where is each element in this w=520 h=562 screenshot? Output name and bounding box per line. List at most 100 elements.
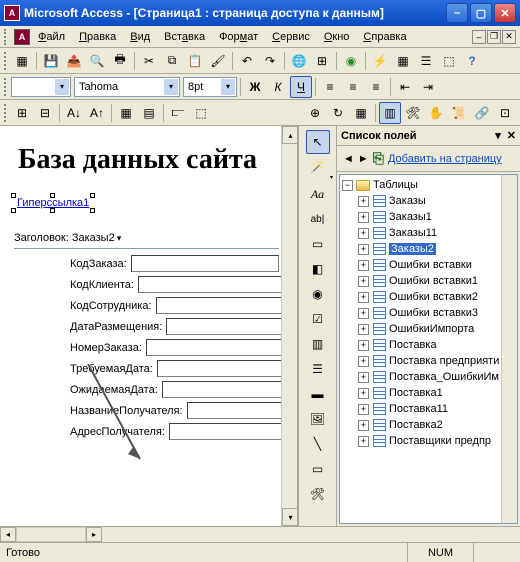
sort-asc-button[interactable]: A↓ — [63, 102, 85, 124]
copy-button[interactable]: ⧉ — [161, 50, 183, 72]
sort-desc-button[interactable]: A↑ — [86, 102, 108, 124]
tree-table-node[interactable]: +Заказы — [358, 193, 515, 209]
redo-button[interactable]: ↷ — [259, 50, 281, 72]
menu-tools[interactable]: Сервис — [266, 29, 316, 45]
zoom-button[interactable]: ⊕ — [304, 102, 326, 124]
bold-button[interactable]: Ж — [244, 76, 266, 98]
code-button[interactable]: ▦ — [392, 50, 414, 72]
refresh-button[interactable]: ↻ — [327, 102, 349, 124]
fontsize-combo[interactable]: 8pt▾ — [183, 77, 237, 97]
expand-icon[interactable]: + — [358, 404, 369, 415]
paste-button[interactable]: 📋 — [184, 50, 206, 72]
optiongroup-tool[interactable]: ▭ — [306, 232, 330, 256]
tree-root-node[interactable]: − Таблицы — [342, 177, 515, 193]
panel-menu-icon[interactable]: ▾ — [495, 129, 501, 142]
nav-fwd-icon[interactable]: ► — [358, 153, 369, 165]
mdi-close[interactable]: ✕ — [502, 30, 516, 44]
italic-button[interactable]: К — [267, 76, 289, 98]
indent-increase-button[interactable]: ⇥ — [417, 76, 439, 98]
collapse-icon[interactable]: − — [342, 180, 353, 191]
design-canvas[interactable]: База данных сайта Гиперссылка1 Заголовок… — [0, 126, 298, 526]
autoformat-button[interactable]: ▤ — [138, 102, 160, 124]
fieldlist-button[interactable]: ▥ — [379, 102, 401, 124]
microsoft-button[interactable]: ⊞ — [311, 50, 333, 72]
expand-icon[interactable]: + — [358, 196, 369, 207]
tree-table-node[interactable]: +Поставщики предпр — [358, 433, 515, 449]
tree-table-node[interactable]: +Поставка — [358, 337, 515, 353]
listbox-tool[interactable]: ☰ — [306, 357, 330, 381]
expand-icon[interactable]: + — [358, 420, 369, 431]
format-painter-button[interactable]: 🖌 — [207, 50, 229, 72]
mdi-minimize[interactable]: – — [472, 30, 486, 44]
expand-icon[interactable]: + — [358, 228, 369, 239]
menu-edit[interactable]: Правка — [73, 29, 122, 45]
hyperlink-control[interactable]: Гиперссылка1 — [14, 196, 297, 210]
tables-tree[interactable]: − Таблицы +Заказы+Заказы1+Заказы11+Заказ… — [339, 174, 518, 524]
expand-icon[interactable]: + — [358, 324, 369, 335]
object-combo[interactable]: ▾ — [11, 77, 71, 97]
toggle-tool[interactable]: ◧ — [306, 257, 330, 281]
field-input[interactable] — [138, 276, 286, 293]
expand-icon[interactable]: + — [358, 260, 369, 271]
align-left-button[interactable]: ≡ — [319, 76, 341, 98]
line-tool[interactable]: ╲ — [306, 432, 330, 456]
tree-table-node[interactable]: +Ошибки вставки3 — [358, 305, 515, 321]
mdi-restore[interactable]: ❐ — [487, 30, 501, 44]
build-button[interactable]: ⬚ — [438, 50, 460, 72]
wizard-tool[interactable]: 🪄 — [306, 155, 330, 179]
expand-icon[interactable]: + — [358, 276, 369, 287]
tree-table-node[interactable]: +Поставка11 — [358, 401, 515, 417]
export-button[interactable]: 📤 — [63, 50, 85, 72]
properties-button[interactable]: ☰ — [415, 50, 437, 72]
align-right-button[interactable]: ≡ — [365, 76, 387, 98]
data-button[interactable]: ⊡ — [494, 102, 516, 124]
tree-table-node[interactable]: +Ошибки вставки — [358, 257, 515, 273]
section-header[interactable]: Заголовок: Заказы2▾ — [14, 232, 297, 244]
expand-icon[interactable]: + — [358, 292, 369, 303]
command-tool[interactable]: ▬ — [306, 382, 330, 406]
tree-table-node[interactable]: +Поставка2 — [358, 417, 515, 433]
font-combo[interactable]: Tahoma▾ — [74, 77, 180, 97]
field-input[interactable] — [162, 381, 298, 398]
expand-icon[interactable]: + — [358, 436, 369, 447]
menu-window[interactable]: Окно — [318, 29, 356, 45]
vertical-scrollbar[interactable] — [281, 126, 297, 526]
undo-button[interactable]: ↶ — [236, 50, 258, 72]
field-input[interactable] — [157, 360, 298, 377]
help-button[interactable]: ? — [461, 50, 483, 72]
image-tool[interactable]: 🖼 — [306, 407, 330, 431]
search-button[interactable]: 🔍 — [86, 50, 108, 72]
close-button[interactable]: ✕ — [494, 3, 516, 23]
expand-icon[interactable]: + — [358, 244, 369, 255]
expand-icon[interactable]: + — [358, 308, 369, 319]
field-input[interactable] — [156, 297, 298, 314]
link-button[interactable]: 🔗 — [471, 102, 493, 124]
hyperlink-button[interactable]: 🌐 — [288, 50, 310, 72]
field-input[interactable] — [131, 255, 279, 272]
layout-button[interactable]: ▦ — [115, 102, 137, 124]
align-button[interactable]: ⫍ — [167, 102, 189, 124]
combobox-tool[interactable]: ▥ — [306, 332, 330, 356]
tree-table-node[interactable]: +Поставка предприяти — [358, 353, 515, 369]
field-input[interactable] — [166, 318, 298, 335]
add-to-page-link[interactable]: Добавить на страницу — [388, 153, 502, 165]
tree-table-node[interactable]: +Ошибки вставки2 — [358, 289, 515, 305]
panel-close-icon[interactable]: ✕ — [507, 129, 516, 142]
label-tool[interactable]: Aa — [306, 182, 330, 206]
textbox-tool[interactable]: ab| — [306, 207, 330, 231]
expand-icon[interactable]: + — [358, 356, 369, 367]
maximize-button[interactable]: ▢ — [470, 3, 492, 23]
tree-table-node[interactable]: +ОшибкиИмпорта — [358, 321, 515, 337]
tree-table-node[interactable]: +Поставка_ОшибкиИм — [358, 369, 515, 385]
prop-button[interactable]: ✋ — [425, 102, 447, 124]
menu-view[interactable]: Вид — [124, 29, 156, 45]
minimize-button[interactable]: – — [446, 3, 468, 23]
print-button[interactable]: 🖶 — [109, 50, 131, 72]
save-button[interactable]: 💾 — [40, 50, 62, 72]
toolbox-button[interactable]: 🛠 — [402, 102, 424, 124]
expand-icon[interactable]: + — [358, 212, 369, 223]
more-tool[interactable]: 🛠 — [306, 482, 330, 506]
pointer-tool[interactable]: ↖ — [306, 130, 330, 154]
group-button[interactable]: ⊞ — [11, 102, 33, 124]
menu-insert[interactable]: Вставка — [158, 29, 211, 45]
